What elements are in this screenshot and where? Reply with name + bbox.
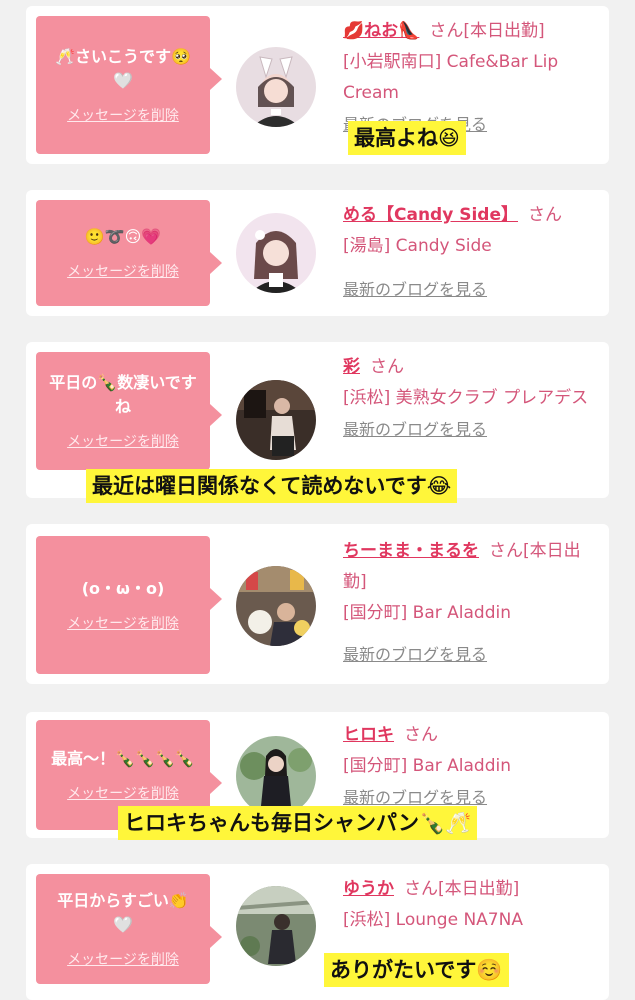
cast-info: ちーまま・まるを さん[本日出勤] [国分町] Bar Aladdin 最新のブロ… [343,536,599,670]
message-card: 🥂さいこうです🥺🤍 メッセージを削除 💋ねお👠 さん[本日出勤] [小岩駅南口] … [26,6,609,164]
latest-blog-link[interactable]: 最新のブログを見る [343,274,599,305]
caption-overlay: ヒロキちゃんも毎日シャンパン🍾🥂 [118,806,478,840]
message-text: 🙂➰🙃💗 [84,227,162,246]
honorific: さん [528,205,562,225]
cast-name-link[interactable]: ヒロキ [343,725,394,745]
cast-name-link[interactable]: ちーまま・まるを [343,541,479,561]
shop-info: [浜松] Lounge NA7NA [343,910,523,930]
latest-blog-link[interactable]: 最新のブログを見る [343,639,599,670]
avatar[interactable] [236,886,316,966]
avatar[interactable] [236,213,316,293]
message-card: (o・ω・o) メッセージを削除 ちーまま・まるを さん[本日出勤] [国分町] … [26,524,609,684]
avatar[interactable] [236,47,316,127]
cast-name-link[interactable]: 💋ねお👠 [343,21,419,41]
shop-info: [小岩駅南口] Cafe&Bar Lip [343,52,559,72]
message-text: 🥂さいこうです🥺🤍 [55,47,191,90]
delete-message-link[interactable]: メッセージを削除 [67,431,179,451]
message-bubble: 平日からすごい👏🤍 メッセージを削除 [36,874,222,984]
cast-info: ゆうか さん[本日出勤] [浜松] Lounge NA7NA [343,874,599,936]
honorific: さん [404,725,438,745]
attendance-status: [本日出勤] [463,21,545,41]
delete-message-link[interactable]: メッセージを削除 [67,613,179,633]
message-bubble: (o・ω・o) メッセージを削除 [36,536,222,674]
cast-info: める【Candy Side】 さん [湯島] Candy Side 最新のブログを… [343,200,599,305]
cast-name-link[interactable]: める【Candy Side】 [343,205,518,225]
honorific: さん [429,21,464,41]
delete-message-link[interactable]: メッセージを削除 [67,261,179,281]
message-card: 🙂➰🙃💗 メッセージを削除 める【Candy Side】 さん [湯島] Cand… [26,190,609,316]
cast-name-link[interactable]: 彩 [343,357,360,377]
caption-overlay: ありがたいです☺️ [324,953,509,987]
cast-info: 彩さん [浜松] 美熟女クラブ プレアデス 最新のブログを見る [343,352,599,445]
delete-message-link[interactable]: メッセージを削除 [67,949,179,969]
delete-message-link[interactable]: メッセージを削除 [67,105,179,125]
avatar[interactable] [236,566,316,646]
message-text: 平日の🍾数凄いですね [49,373,197,416]
message-text: 最高〜！🍾🍾🍾🍾 [51,749,195,768]
message-bubble: 🙂➰🙃💗 メッセージを削除 [36,200,222,306]
message-card: 平日からすごい👏🤍 メッセージを削除 ゆうか さん[本日出勤] [浜松] Loun… [26,864,609,1000]
shop-info: [国分町] Bar Aladdin [343,603,511,623]
shop-info-continued: Cream [343,83,399,103]
cast-name-link[interactable]: ゆうか [343,879,394,899]
shop-info: [湯島] Candy Side [343,236,492,256]
message-text: 平日からすごい👏🤍 [57,891,189,934]
shop-info: [浜松] 美熟女クラブ プレアデス [343,388,589,408]
honorific: さん [489,541,523,561]
honorific: さん [370,357,404,377]
avatar[interactable] [236,736,316,816]
message-bubble: 🥂さいこうです🥺🤍 メッセージを削除 [36,16,222,154]
latest-blog-link[interactable]: 最新のブログを見る [343,414,599,445]
message-bubble: 平日の🍾数凄いですね メッセージを削除 [36,352,222,470]
message-text: (o・ω・o) [81,579,165,598]
attendance-status: [本日出勤] [438,879,520,899]
honorific: さん [404,879,438,899]
shop-info: [国分町] Bar Aladdin [343,756,511,776]
avatar[interactable] [236,380,316,460]
caption-overlay: 最近は曜日関係なくて読めないです😂 [86,469,458,503]
caption-overlay: 最高よね😆 [348,121,466,155]
cast-info: ヒロキ さん [国分町] Bar Aladdin 最新のブログを見る [343,720,599,813]
delete-message-link[interactable]: メッセージを削除 [67,783,179,803]
